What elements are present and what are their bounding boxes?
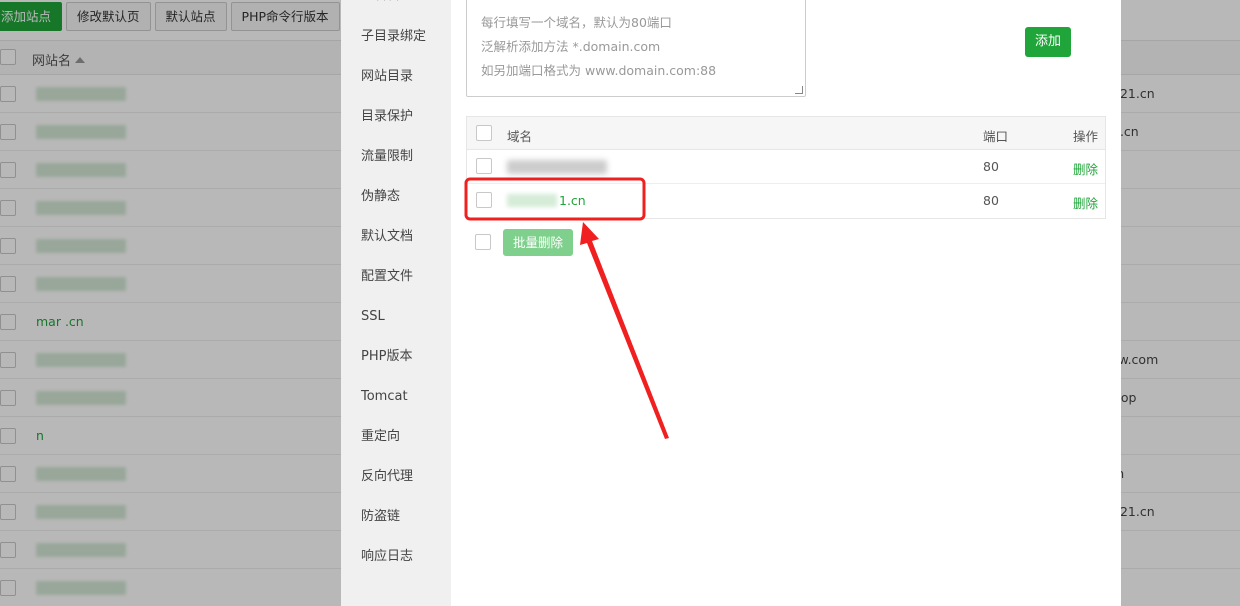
domain-port: 80 xyxy=(983,193,999,208)
sidebar-item-config-file[interactable]: 配置文件 xyxy=(341,257,451,297)
domain-name[interactable]: 1.cn xyxy=(507,193,586,208)
batch-select-checkbox[interactable] xyxy=(475,234,491,250)
sidebar-item-default-document[interactable]: 默认文档 xyxy=(341,217,451,257)
add-domain-button[interactable]: 添加 xyxy=(1025,27,1071,57)
domain-management-panel: 每行填写一个域名，默认为80端口 泛解析添加方法 *.domain.com 如另… xyxy=(451,0,1121,606)
domain-input-placeholder-line: 每行填写一个域名，默认为80端口 xyxy=(481,15,672,30)
redacted-text xyxy=(507,194,557,207)
batch-delete-button[interactable]: 批量删除 xyxy=(503,229,573,256)
domain-input-placeholder-line: 如另加端口格式为 www.domain.com:88 xyxy=(481,63,717,78)
port-column-header: 端口 xyxy=(983,129,1009,144)
sidebar-item-ssl[interactable]: SSL xyxy=(341,297,451,337)
domain-table: 域名 端口 操作 80 删除 1.cn 80 删除 xyxy=(466,116,1106,219)
domain-input[interactable]: 每行填写一个域名，默认为80端口 泛解析添加方法 *.domain.com 如另… xyxy=(466,0,806,97)
sidebar-item-reverse-proxy[interactable]: 反向代理 xyxy=(341,457,451,497)
domain-row: 80 删除 xyxy=(467,150,1105,184)
domain-row-checkbox[interactable] xyxy=(476,192,492,208)
domain-input-placeholder-line: 泛解析添加方法 *.domain.com xyxy=(481,39,661,54)
domain-name-redacted xyxy=(507,160,607,174)
delete-domain-link[interactable]: 删除 xyxy=(1073,193,1098,212)
sidebar-item-redirect[interactable]: 重定向 xyxy=(341,417,451,457)
domain-column-header: 域名 xyxy=(507,129,533,144)
sidebar-item-tomcat[interactable]: Tomcat xyxy=(341,377,451,417)
sidebar-item-subdirectory-binding[interactable]: 子目录绑定 xyxy=(341,17,451,57)
sidebar-item-site-directory[interactable]: 网站目录 xyxy=(341,57,451,97)
sidebar-item-rewrite[interactable]: 伪静态 xyxy=(341,177,451,217)
sidebar-item-response-log[interactable]: 响应日志 xyxy=(341,537,451,577)
sidebar-item-directory-protection[interactable]: 目录保护 xyxy=(341,97,451,137)
domain-port: 80 xyxy=(983,159,999,174)
sidebar-item-hotlink-protection[interactable]: 防盗链 xyxy=(341,497,451,537)
settings-sidebar: 域名管理 子目录绑定 网站目录 目录保护 流量限制 伪静态 默认文档 配置文件 … xyxy=(341,0,451,606)
sidebar-item-traffic-limit[interactable]: 流量限制 xyxy=(341,137,451,177)
delete-domain-link[interactable]: 删除 xyxy=(1073,159,1098,178)
sidebar-item-php-version[interactable]: PHP版本 xyxy=(341,337,451,377)
domain-table-header: 域名 端口 操作 xyxy=(467,117,1105,150)
resize-handle-icon[interactable] xyxy=(795,86,803,94)
domain-row: 1.cn 80 删除 xyxy=(467,184,1105,218)
site-settings-modal: 域名管理 子目录绑定 网站目录 目录保护 流量限制 伪静态 默认文档 配置文件 … xyxy=(341,0,1121,606)
select-all-domains-checkbox[interactable] xyxy=(476,125,492,141)
action-column-header: 操作 xyxy=(1073,129,1099,144)
domain-row-checkbox[interactable] xyxy=(476,158,492,174)
sidebar-item-domain-management[interactable]: 域名管理 xyxy=(341,0,451,16)
